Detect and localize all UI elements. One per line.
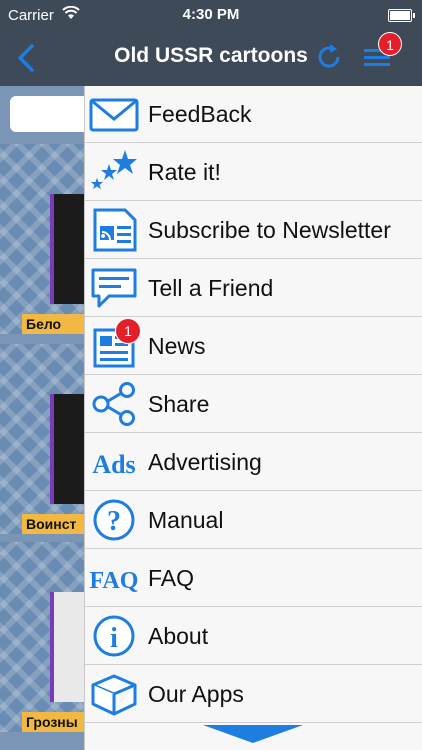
chat-icon bbox=[91, 268, 137, 308]
menu-item-about[interactable]: i About bbox=[85, 608, 422, 665]
mail-icon bbox=[89, 98, 139, 132]
question-icon: ? bbox=[93, 499, 135, 541]
news-notification-badge: 1 bbox=[115, 318, 141, 344]
side-menu: FeedBack Rate it! Subscribe to Newslette… bbox=[84, 86, 422, 750]
svg-text:?: ? bbox=[107, 506, 121, 537]
svg-text:FAQ: FAQ bbox=[90, 568, 139, 594]
list-item[interactable]: Воинст bbox=[0, 344, 96, 534]
menu-item-label: Our Apps bbox=[148, 681, 244, 707]
status-time: 4:30 PM bbox=[182, 6, 240, 23]
nav-title: Old USSR cartoons bbox=[114, 44, 308, 67]
menu-item-feedback[interactable]: FeedBack bbox=[85, 86, 422, 143]
menu-item-label: FeedBack bbox=[148, 101, 252, 127]
list-item[interactable]: Грозны bbox=[0, 542, 96, 732]
info-icon: i bbox=[93, 615, 135, 657]
menu-item-share[interactable]: Share bbox=[85, 376, 422, 433]
box-icon bbox=[91, 674, 137, 716]
scroll-down-chevron-icon[interactable] bbox=[203, 725, 303, 743]
menu-item-label: Share bbox=[148, 391, 210, 417]
menu-item-rate-it[interactable]: Rate it! bbox=[85, 144, 422, 201]
menu-item-label: Rate it! bbox=[148, 159, 221, 185]
menu-item-faq[interactable]: FAQ FAQ bbox=[85, 550, 422, 607]
menu-item-subscribe-newsletter[interactable]: Subscribe to Newsletter bbox=[85, 202, 422, 259]
menu-item-advertising[interactable]: Ads Advertising bbox=[85, 434, 422, 491]
menu-item-label: Tell a Friend bbox=[148, 275, 274, 301]
menu-item-label: FAQ bbox=[148, 565, 195, 591]
ads-icon: Ads bbox=[92, 450, 135, 479]
menu-item-label: About bbox=[148, 623, 209, 649]
navigation-bar: Old USSR cartoons 1 bbox=[0, 30, 422, 86]
faq-icon: FAQ bbox=[90, 568, 139, 594]
share-icon bbox=[92, 382, 135, 426]
list-item[interactable]: Бело bbox=[0, 144, 96, 334]
menu-notification-badge: 1 bbox=[378, 32, 402, 56]
refresh-icon[interactable] bbox=[314, 42, 344, 72]
stars-icon bbox=[91, 150, 137, 189]
menu-item-news[interactable]: 1 News bbox=[85, 318, 422, 375]
svg-text:i: i bbox=[110, 623, 118, 654]
battery-icon bbox=[388, 9, 415, 22]
menu-item-label: Subscribe to Newsletter bbox=[148, 217, 391, 243]
menu-item-label: News bbox=[148, 333, 206, 359]
menu-item-label: Advertising bbox=[148, 449, 262, 475]
menu-item-manual[interactable]: ? Manual bbox=[85, 492, 422, 549]
svg-text:Ads: Ads bbox=[92, 450, 135, 479]
menu-item-our-apps[interactable]: Our Apps bbox=[85, 666, 422, 723]
menu-item-label: Manual bbox=[148, 507, 224, 533]
menu-item-tell-a-friend[interactable]: Tell a Friend bbox=[85, 260, 422, 317]
newsletter-icon bbox=[93, 208, 137, 252]
status-bar: Carrier 4:30 PM bbox=[0, 0, 422, 30]
